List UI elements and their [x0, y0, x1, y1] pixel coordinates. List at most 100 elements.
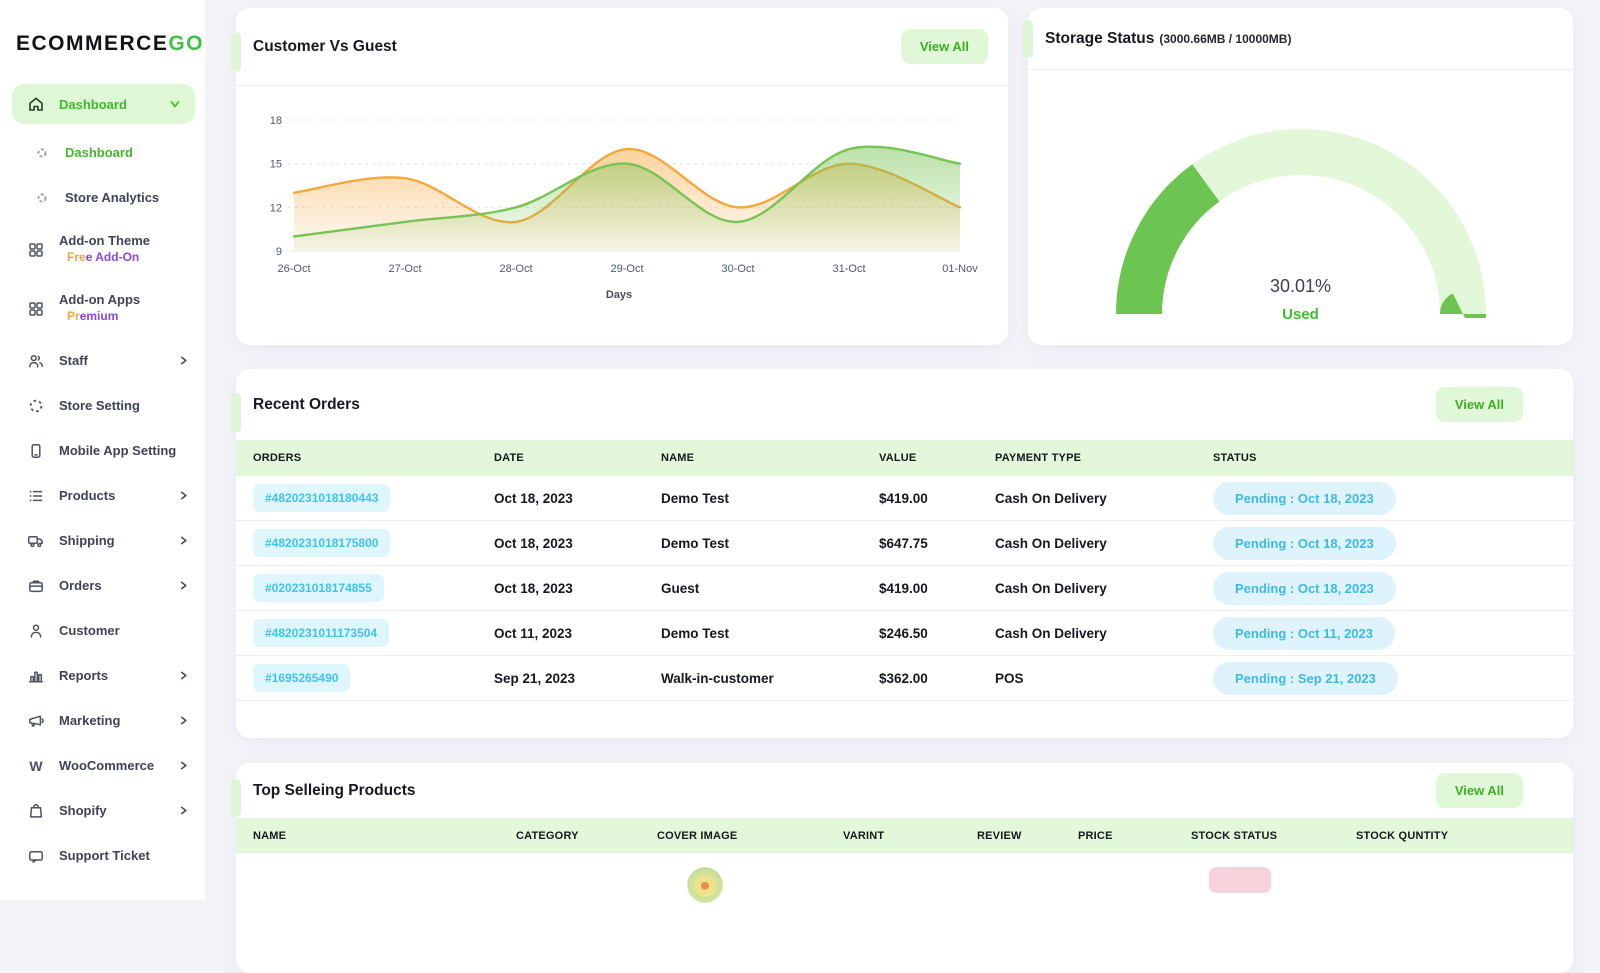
order-customer-name: Demo Test	[661, 536, 879, 551]
sidebar-item-dashboard[interactable]: Dashboard	[0, 130, 205, 175]
sidebar-item-woocommerce[interactable]: WWooCommerce	[0, 743, 205, 788]
order-row: #1695265490Sep 21, 2023Walk-in-customer$…	[236, 656, 1573, 701]
sidebar-item-reports[interactable]: Reports	[0, 653, 205, 698]
svg-text:18: 18	[270, 115, 282, 127]
column-header-varint: VARINT	[843, 830, 977, 842]
order-payment-type: Cash On Delivery	[995, 491, 1213, 506]
sidebar-item-customer[interactable]: Customer	[0, 608, 205, 653]
order-id-link[interactable]: #020231018174855	[253, 574, 384, 602]
column-header-cover-image: COVER IMAGE	[657, 830, 843, 842]
column-header-date: DATE	[494, 452, 661, 464]
order-row: #4820231018180443Oct 18, 2023Demo Test$4…	[236, 476, 1573, 521]
order-date: Oct 18, 2023	[494, 491, 661, 506]
order-status-badge: Pending : Oct 18, 2023	[1213, 482, 1396, 515]
order-payment-type: Cash On Delivery	[995, 536, 1213, 551]
order-row: #4820231011173504 Oct 11, 2023Demo Test$2…	[236, 611, 1573, 656]
column-header-stock-quntity: STOCK QUNTITY	[1356, 830, 1573, 842]
recent-orders-header-row: ORDERSDATENAMEVALUEPAYMENT TYPESTATUS	[236, 440, 1573, 476]
ticket-icon	[27, 847, 45, 865]
top-products-header-row: NAMECATEGORYCOVER IMAGEVARINTREVIEWPRICE…	[236, 818, 1573, 853]
donut-icon	[33, 144, 51, 162]
order-customer-name: Demo Test	[661, 626, 879, 641]
shopify-icon	[27, 802, 45, 820]
sidebar-item-staff[interactable]: Staff	[0, 338, 205, 383]
logo-text-ecommerce: ECOMMERCE	[16, 32, 168, 55]
sidebar-item-products[interactable]: Products	[0, 473, 205, 518]
customer-vs-guest-chart: 181512926-Oct27-Oct28-Oct29-Oct30-Oct31-…	[236, 86, 1008, 301]
card-accent-notch	[231, 779, 241, 817]
bar-chart-icon	[27, 667, 45, 685]
order-value: $362.00	[879, 671, 995, 686]
sidebar-item-mobile-app-setting[interactable]: Mobile App Setting	[0, 428, 205, 473]
svg-text:31-Oct: 31-Oct	[832, 263, 865, 275]
sidebar-item-add-on-theme[interactable]: Add-on ThemeFree Add-On	[0, 220, 205, 279]
sidebar-item-dashboard[interactable]: Dashboard	[12, 84, 195, 124]
chevron-right-icon	[178, 490, 189, 501]
order-customer-name: Demo Test	[661, 491, 879, 506]
sidebar-item-marketing[interactable]: Marketing	[0, 698, 205, 743]
storage-status-card: Storage Status(3000.66MB / 10000MB) 30.0…	[1028, 8, 1573, 345]
sidebar-nav: DashboardDashboardStore AnalyticsAdd-on …	[0, 84, 205, 878]
card-accent-notch	[1023, 20, 1033, 58]
sidebar-item-orders[interactable]: Orders	[0, 563, 205, 608]
storage-gauge: 30.01% Used	[1066, 128, 1536, 323]
home-icon	[27, 95, 45, 113]
sidebar: ECOMMERCEGO DashboardDashboardStore Anal…	[0, 0, 205, 900]
chevron-right-icon	[178, 535, 189, 546]
people-icon	[27, 352, 45, 370]
order-id-link[interactable]: #4820231018175800	[253, 529, 390, 557]
recent-orders-body: #4820231018180443Oct 18, 2023Demo Test$4…	[236, 476, 1573, 701]
column-header-payment-type: PAYMENT TYPE	[995, 452, 1213, 464]
sidebar-item-shipping[interactable]: Shipping	[0, 518, 205, 563]
order-payment-type: POS	[995, 671, 1213, 686]
order-status-badge: Pending : Oct 11, 2023	[1213, 617, 1395, 650]
column-header-category: CATEGORY	[516, 830, 657, 842]
svg-text:30-Oct: 30-Oct	[721, 263, 754, 275]
order-value: $419.00	[879, 581, 995, 596]
recent-orders-card: Recent Orders View All ORDERSDATENAMEVAL…	[236, 369, 1573, 738]
chevron-right-icon	[178, 355, 189, 366]
card-accent-notch	[231, 393, 241, 433]
storage-status-title: Storage Status(3000.66MB / 10000MB)	[1045, 30, 1291, 48]
list-icon	[27, 487, 45, 505]
sidebar-item-store-setting[interactable]: Store Setting	[0, 383, 205, 428]
column-header-review: REVIEW	[977, 830, 1078, 842]
order-date: Oct 11, 2023	[494, 626, 661, 641]
top-selling-products-card: Top Selleing Products View All NAMECATEG…	[236, 763, 1573, 973]
sidebar-item-store-analytics[interactable]: Store Analytics	[0, 175, 205, 220]
grid-icon	[27, 241, 45, 259]
sidebar-item-shopify[interactable]: Shopify	[0, 788, 205, 833]
chevron-down-icon	[169, 98, 181, 110]
area-chart-svg: 181512926-Oct27-Oct28-Oct29-Oct30-Oct31-…	[248, 98, 990, 282]
chevron-right-icon	[178, 670, 189, 681]
order-payment-type: Cash On Delivery	[995, 581, 1213, 596]
order-customer-name: Walk-in-customer	[661, 671, 879, 686]
sidebar-item-add-on-apps[interactable]: Add-on AppsPremium	[0, 279, 205, 338]
customer-vs-guest-view-all-button[interactable]: View All	[901, 29, 988, 64]
order-payment-type: Cash On Delivery	[995, 626, 1213, 641]
svg-text:26-Oct: 26-Oct	[277, 263, 310, 275]
order-id-link[interactable]: #4820231011173504	[253, 619, 389, 647]
column-header-value: VALUE	[879, 452, 995, 464]
order-value: $246.50	[879, 626, 995, 641]
sidebar-item-support-ticket[interactable]: Support Ticket	[0, 833, 205, 878]
customer-vs-guest-title: Customer Vs Guest	[253, 38, 397, 56]
order-id-link[interactable]: #4820231018180443	[253, 484, 390, 512]
column-header-price: PRICE	[1078, 830, 1191, 842]
column-header-name: NAME	[253, 830, 516, 842]
order-status-badge: Pending : Oct 18, 2023	[1213, 572, 1396, 605]
recent-orders-view-all-button[interactable]: View All	[1436, 387, 1523, 422]
order-status-badge: Pending : Sep 21, 2023	[1213, 662, 1398, 695]
chevron-right-icon	[178, 580, 189, 591]
order-id-link[interactable]: #1695265490	[253, 664, 350, 692]
svg-text:27-Oct: 27-Oct	[388, 263, 421, 275]
chart-x-axis-label: Days	[248, 289, 990, 301]
chevron-right-icon	[178, 805, 189, 816]
card-accent-notch	[231, 32, 241, 72]
column-header-name: NAME	[661, 452, 879, 464]
chevron-right-icon	[178, 760, 189, 771]
top-selling-products-view-all-button[interactable]: View All	[1436, 773, 1523, 808]
dotted-circle-icon	[27, 397, 45, 415]
column-header-stock-status: STOCK STATUS	[1191, 830, 1356, 842]
mobile-icon	[27, 442, 45, 460]
